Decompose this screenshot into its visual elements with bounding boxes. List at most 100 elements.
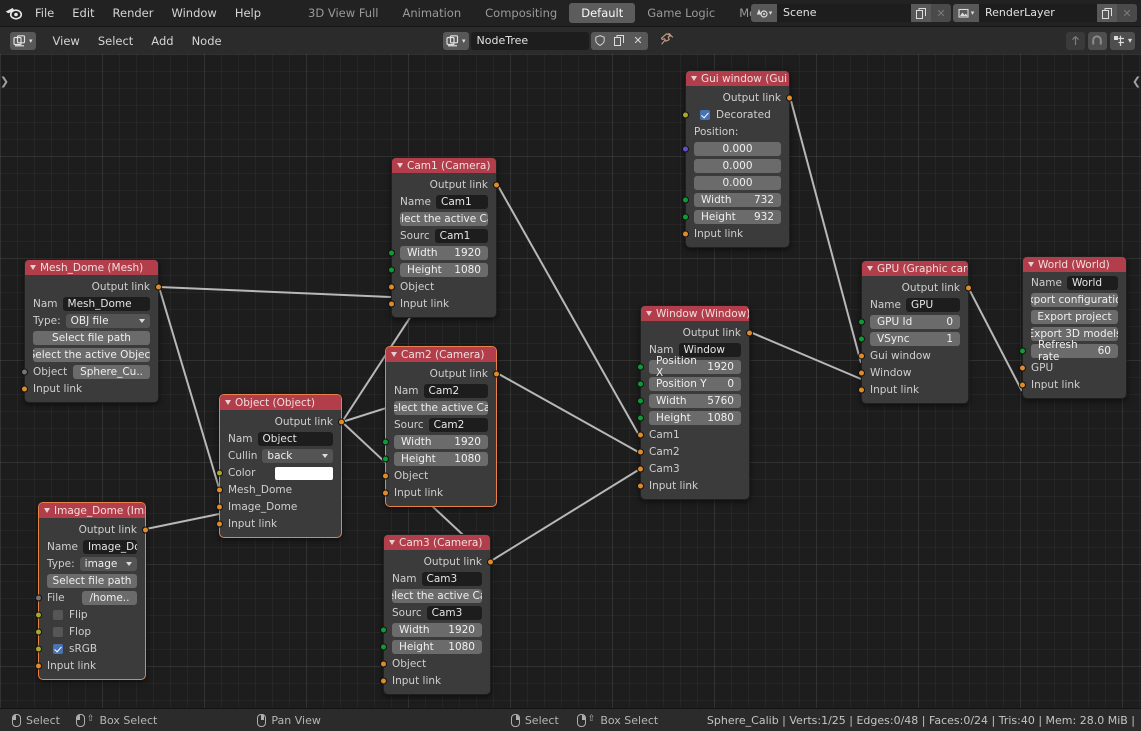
menu-file[interactable]: File — [26, 0, 63, 26]
node-object[interactable]: Object (Object) Output link Nam Object Culli… — [216, 394, 345, 538]
socket-in[interactable] — [858, 318, 865, 326]
renderlayer-close-icon[interactable]: ✕ — [1117, 4, 1137, 22]
socket-in[interactable] — [682, 196, 689, 204]
socket-in[interactable] — [35, 662, 42, 670]
socket-in[interactable] — [382, 455, 389, 463]
socket-in[interactable] — [637, 363, 644, 371]
dropdown-select[interactable]: back — [262, 449, 333, 463]
number-field[interactable]: Height 932 — [694, 210, 781, 224]
socket-output-link[interactable] — [746, 329, 753, 336]
node-menu-view[interactable]: View — [44, 28, 89, 54]
socket-in[interactable] — [380, 677, 387, 685]
collapse-triangle-icon[interactable] — [389, 540, 395, 545]
socket-output-link[interactable] — [965, 284, 972, 291]
socket-output-link[interactable] — [155, 283, 162, 290]
number-field[interactable]: Width 732 — [694, 193, 781, 207]
action-button[interactable]: Select the active Ca.. — [392, 589, 482, 603]
socket-in[interactable] — [1019, 381, 1026, 389]
text-input[interactable]: Object — [257, 432, 333, 446]
checkbox[interactable] — [700, 110, 710, 120]
snap-magnet-icon[interactable] — [1087, 31, 1107, 50]
socket-in[interactable] — [637, 448, 644, 456]
action-button[interactable]: Select the active Object — [33, 348, 150, 362]
socket-in[interactable] — [858, 335, 865, 343]
socket-in[interactable] — [858, 352, 865, 360]
socket-in[interactable] — [682, 230, 689, 238]
number-field[interactable]: 0.000 — [694, 159, 781, 173]
socket-in[interactable] — [388, 266, 395, 274]
collapse-triangle-icon[interactable] — [44, 508, 50, 513]
number-field[interactable]: Width 5760 — [649, 394, 741, 408]
right-panel-expand-arrow[interactable]: ❮ — [1132, 72, 1141, 90]
text-input[interactable]: World — [1066, 276, 1118, 290]
socket-in[interactable] — [637, 482, 644, 490]
socket-in[interactable] — [637, 465, 644, 473]
socket-in[interactable] — [637, 414, 644, 422]
socket-in[interactable] — [382, 489, 389, 497]
text-input[interactable]: Cam2 — [428, 418, 488, 432]
socket-in[interactable] — [21, 368, 28, 376]
tab-game-logic[interactable]: Game Logic — [635, 3, 727, 23]
socket-in[interactable] — [216, 486, 223, 494]
node-window[interactable]: Window (Window) Output link Nam Window Posit… — [637, 305, 753, 500]
node-header-gui_window[interactable]: Gui window (Gui wi.. — [686, 71, 789, 86]
menu-help[interactable]: Help — [226, 0, 270, 26]
tab-compositing[interactable]: Compositing — [473, 3, 569, 23]
number-field[interactable]: Width 1920 — [392, 623, 482, 637]
socket-in[interactable] — [35, 611, 42, 619]
socket-in[interactable] — [216, 503, 223, 511]
number-field[interactable]: Width 1920 — [400, 246, 488, 260]
socket-in[interactable] — [216, 520, 223, 528]
action-button[interactable]: Export configuration — [1031, 293, 1118, 307]
checkbox[interactable] — [53, 644, 63, 654]
collapse-triangle-icon[interactable] — [691, 76, 697, 81]
socket-in[interactable] — [1019, 347, 1026, 355]
socket-in[interactable] — [35, 645, 42, 653]
socket-in[interactable] — [1019, 364, 1026, 372]
pin-icon[interactable] — [660, 32, 674, 49]
nodetree-close-icon[interactable]: ✕ — [628, 31, 648, 50]
nodetree-name-field[interactable]: NodeTree — [470, 31, 589, 50]
socket-in[interactable] — [216, 469, 223, 477]
tab-animation[interactable]: Animation — [390, 3, 473, 23]
socket-in[interactable] — [682, 145, 689, 153]
node-header-cam3[interactable]: Cam3 (Camera) — [384, 535, 490, 550]
number-field[interactable]: Height 1080 — [649, 411, 741, 425]
number-field[interactable]: Position X 1920 — [649, 355, 741, 379]
socket-in[interactable] — [637, 397, 644, 405]
scene-icon[interactable]: ▾ — [751, 4, 777, 22]
socket-in[interactable] — [35, 594, 42, 602]
dropdown-select[interactable]: OBJ file — [65, 314, 150, 328]
socket-in[interactable] — [388, 300, 395, 308]
action-button[interactable]: Select file path — [47, 574, 137, 588]
value-field[interactable]: /home.. — [82, 591, 137, 605]
scene-copy-icon[interactable] — [911, 4, 931, 22]
node-header-gpu[interactable]: GPU (Graphic card) — [862, 261, 968, 276]
chevron-down-icon[interactable]: ▾ — [1128, 36, 1132, 45]
text-input[interactable]: Cam3 — [421, 572, 482, 586]
node-menu-node[interactable]: Node — [183, 28, 231, 54]
collapse-triangle-icon[interactable] — [225, 400, 231, 405]
node-image_dome[interactable]: Image_Dome (Ima.. Output linkName Image_Do… — [35, 502, 149, 680]
node-header-image_dome[interactable]: Image_Dome (Ima.. — [39, 503, 145, 518]
node-editor-canvas[interactable]: ❯ ❮ Mesh_Dome (Mesh) Output link Nam Mesh_D… — [0, 54, 1141, 708]
scene-close-icon[interactable]: ✕ — [931, 4, 951, 22]
node-cam1[interactable]: Cam1 (Camera) Output link Name Cam1 Select t… — [388, 157, 500, 318]
action-button[interactable]: Select file path — [33, 331, 150, 345]
socket-in[interactable] — [682, 213, 689, 221]
socket-in[interactable] — [380, 626, 387, 634]
socket-in[interactable] — [380, 643, 387, 651]
socket-output-link[interactable] — [786, 94, 793, 101]
socket-output-link[interactable] — [142, 526, 149, 533]
socket-output-link[interactable] — [338, 418, 345, 425]
text-input[interactable]: Cam1 — [435, 195, 488, 209]
node-header-object[interactable]: Object (Object) — [220, 395, 341, 410]
node-world[interactable]: World (World) Name World Export configurati… — [1019, 256, 1127, 399]
tab-3d-view-full[interactable]: 3D View Full — [296, 3, 390, 23]
renderlayer-copy-icon[interactable] — [1097, 4, 1117, 22]
collapse-triangle-icon[interactable] — [867, 266, 873, 271]
node-cam2[interactable]: Cam2 (Camera) Output link Nam Cam2 Select th… — [382, 346, 500, 507]
node-header-mesh_dome[interactable]: Mesh_Dome (Mesh) — [25, 260, 158, 275]
menu-edit[interactable]: Edit — [63, 0, 103, 26]
menu-render[interactable]: Render — [104, 0, 163, 26]
